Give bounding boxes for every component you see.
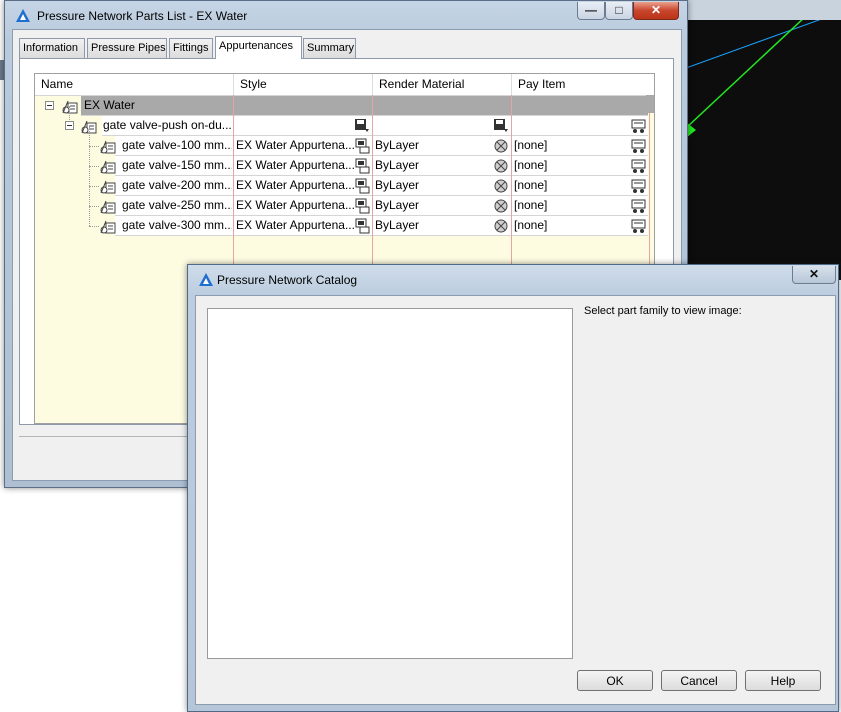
tab-appurtenances[interactable]: Appurtenances [215,36,302,59]
part-style: EX Water Appurtena... [236,198,354,212]
collapse-toggle[interactable] [65,121,74,130]
column-header-render-material[interactable]: Render Material [373,74,512,95]
table-row[interactable]: gate valve-100 mm... EX Water Appurtena..… [35,126,649,156]
style-edit-icon[interactable] [354,158,370,174]
tree-connector [89,146,91,166]
column-header-pay-item[interactable]: Pay Item [512,74,654,95]
tree-connector [89,206,91,226]
catalog-close-button[interactable]: ✕ [792,266,836,284]
part-size-icon [100,140,116,154]
table-row[interactable]: gate valve-300 mm... EX Water Appurtena..… [35,206,649,236]
part-name: gate valve-250 mm... [122,198,232,212]
close-icon: ✕ [650,3,662,17]
table-row[interactable]: gate valve-200 mm... EX Water Appurtena..… [35,166,649,196]
part-pay-item: [none] [514,218,548,232]
part-pay-item: [none] [514,158,548,172]
render-material-icon[interactable] [493,198,509,214]
civil3d-app-icon [199,273,213,286]
style-edit-icon[interactable] [354,198,370,214]
part-style: EX Water Appurtena... [236,218,354,232]
render-material-picker-icon[interactable] [493,118,509,134]
render-material-icon[interactable] [493,158,509,174]
table-row[interactable]: gate valve-250 mm... EX Water Appurtena..… [35,186,649,216]
part-size-icon [100,180,116,194]
part-render-material: ByLayer [375,198,420,212]
pay-item-cart-icon[interactable] [631,118,649,134]
tree-connector [89,186,91,206]
tree-row-family[interactable]: gate valve-push on-du... [35,106,649,136]
part-name: gate valve-150 mm... [122,158,232,172]
maximize-icon: □ [615,3,623,17]
part-style: EX Water Appurtena... [236,158,354,172]
maximize-button[interactable]: □ [605,2,633,20]
tab-pressure-pipes[interactable]: Pressure Pipes [87,38,167,58]
civil3d-app-icon [16,9,30,22]
family-name: gate valve-push on-du... [103,118,232,132]
root-name: EX Water [84,98,135,112]
cad-drawing-lines [686,20,821,138]
tree-connector [89,166,91,186]
style-edit-icon[interactable] [354,178,370,194]
part-name: gate valve-200 mm... [122,178,232,192]
pay-item-cart-icon[interactable] [631,218,649,234]
pay-item-cart-icon[interactable] [631,178,649,194]
style-edit-icon[interactable] [354,218,370,234]
part-style: EX Water Appurtena... [236,178,354,192]
part-pay-item: [none] [514,178,548,192]
part-render-material: ByLayer [375,178,420,192]
ok-button[interactable]: OK [577,670,653,691]
grid-header: Name Style Render Material Pay Item [35,74,654,96]
tab-summary[interactable]: Summary [303,38,356,58]
column-header-name[interactable]: Name [35,74,234,95]
minimize-button[interactable]: — [577,2,605,20]
part-style: EX Water Appurtena... [236,138,354,152]
column-header-style[interactable]: Style [234,74,373,95]
part-render-material: ByLayer [375,218,420,232]
minimize-icon: — [585,3,597,17]
pay-item-cart-icon[interactable] [631,198,649,214]
tab-fittings[interactable]: Fittings [169,38,213,58]
cancel-button[interactable]: Cancel [661,670,737,691]
catalog-title: Pressure Network Catalog [217,273,358,287]
tab-information[interactable]: Information [19,38,85,58]
render-material-icon[interactable] [493,178,509,194]
style-edit-icon[interactable] [354,138,370,154]
part-name: gate valve-100 mm... [122,138,232,152]
parts-list-titlebar[interactable]: Pressure Network Parts List - EX Water —… [5,1,687,31]
catalog-prompt: Select part family to view image: [584,305,742,317]
parts-list-title: Pressure Network Parts List - EX Water [37,9,248,23]
style-picker-icon[interactable] [354,118,370,134]
cad-drawing-area[interactable] [686,20,841,262]
close-button[interactable]: ✕ [633,2,679,20]
part-family-tree[interactable] [207,308,573,659]
grid-scrollbar-thumb[interactable] [646,95,654,113]
part-pay-item: [none] [514,198,548,212]
tree-connector [89,126,91,146]
part-render-material: ByLayer [375,138,420,152]
part-name: gate valve-300 mm... [122,218,232,232]
pay-item-cart-icon[interactable] [631,158,649,174]
pay-item-cart-icon[interactable] [631,138,649,154]
close-icon: ✕ [808,267,820,281]
table-row[interactable]: gate valve-150 mm... EX Water Appurtena..… [35,146,649,176]
help-button[interactable]: Help [745,670,821,691]
part-size-icon [100,220,116,234]
collapse-toggle[interactable] [45,101,54,110]
tree-connector [89,226,99,228]
row-highlight [81,96,648,116]
render-material-icon[interactable] [493,138,509,154]
part-size-icon [100,160,116,174]
tree-row-root[interactable]: EX Water [35,96,648,116]
tree-connector [69,106,71,122]
cad-window-strip [686,0,841,20]
part-size-icon [100,200,116,214]
part-render-material: ByLayer [375,158,420,172]
render-material-icon[interactable] [493,218,509,234]
catalog-titlebar[interactable]: Pressure Network Catalog ✕ [188,265,838,295]
part-pay-item: [none] [514,138,548,152]
